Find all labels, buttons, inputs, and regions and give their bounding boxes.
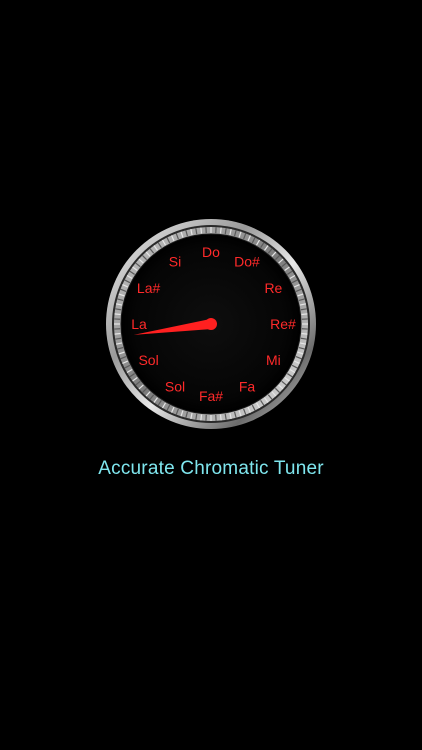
note-label-mi: Mi [266, 352, 281, 368]
knurl-tick [114, 313, 121, 316]
note-label-fa: Fa [239, 378, 256, 394]
knurl-tick [301, 332, 308, 335]
knurl-tick [200, 227, 203, 234]
knurl-tick [200, 414, 203, 421]
note-label-re: Re [264, 280, 282, 296]
note-label-sol: Sol [165, 378, 185, 394]
note-label-la-sharp: La# [137, 280, 161, 296]
note-label-do-sharp: Do# [234, 254, 260, 270]
tuner-dial-graphic: Do Do#Re Re# Mi Fa Fa# Sol Sol La La# Si [106, 219, 316, 429]
app-title: Accurate Chromatic Tuner [98, 458, 324, 479]
note-label-si: Si [169, 254, 181, 270]
tuner-dial: Do Do# Re Re# Mi Fa Fa# Sol Sol La La# Si [105, 218, 317, 430]
knurl-tick [114, 332, 121, 335]
note-label-la: La [131, 316, 147, 332]
note-label-fa-sharp: Fa# [199, 388, 223, 404]
knurl-tick [219, 414, 222, 421]
knurl-tick [301, 313, 308, 316]
note-label-re-sharp: Re# [270, 316, 296, 332]
note-label-do: Do [202, 244, 220, 260]
knurl-tick [219, 227, 222, 234]
needle-hub [205, 318, 217, 330]
note-label-sol: Sol [138, 352, 158, 368]
